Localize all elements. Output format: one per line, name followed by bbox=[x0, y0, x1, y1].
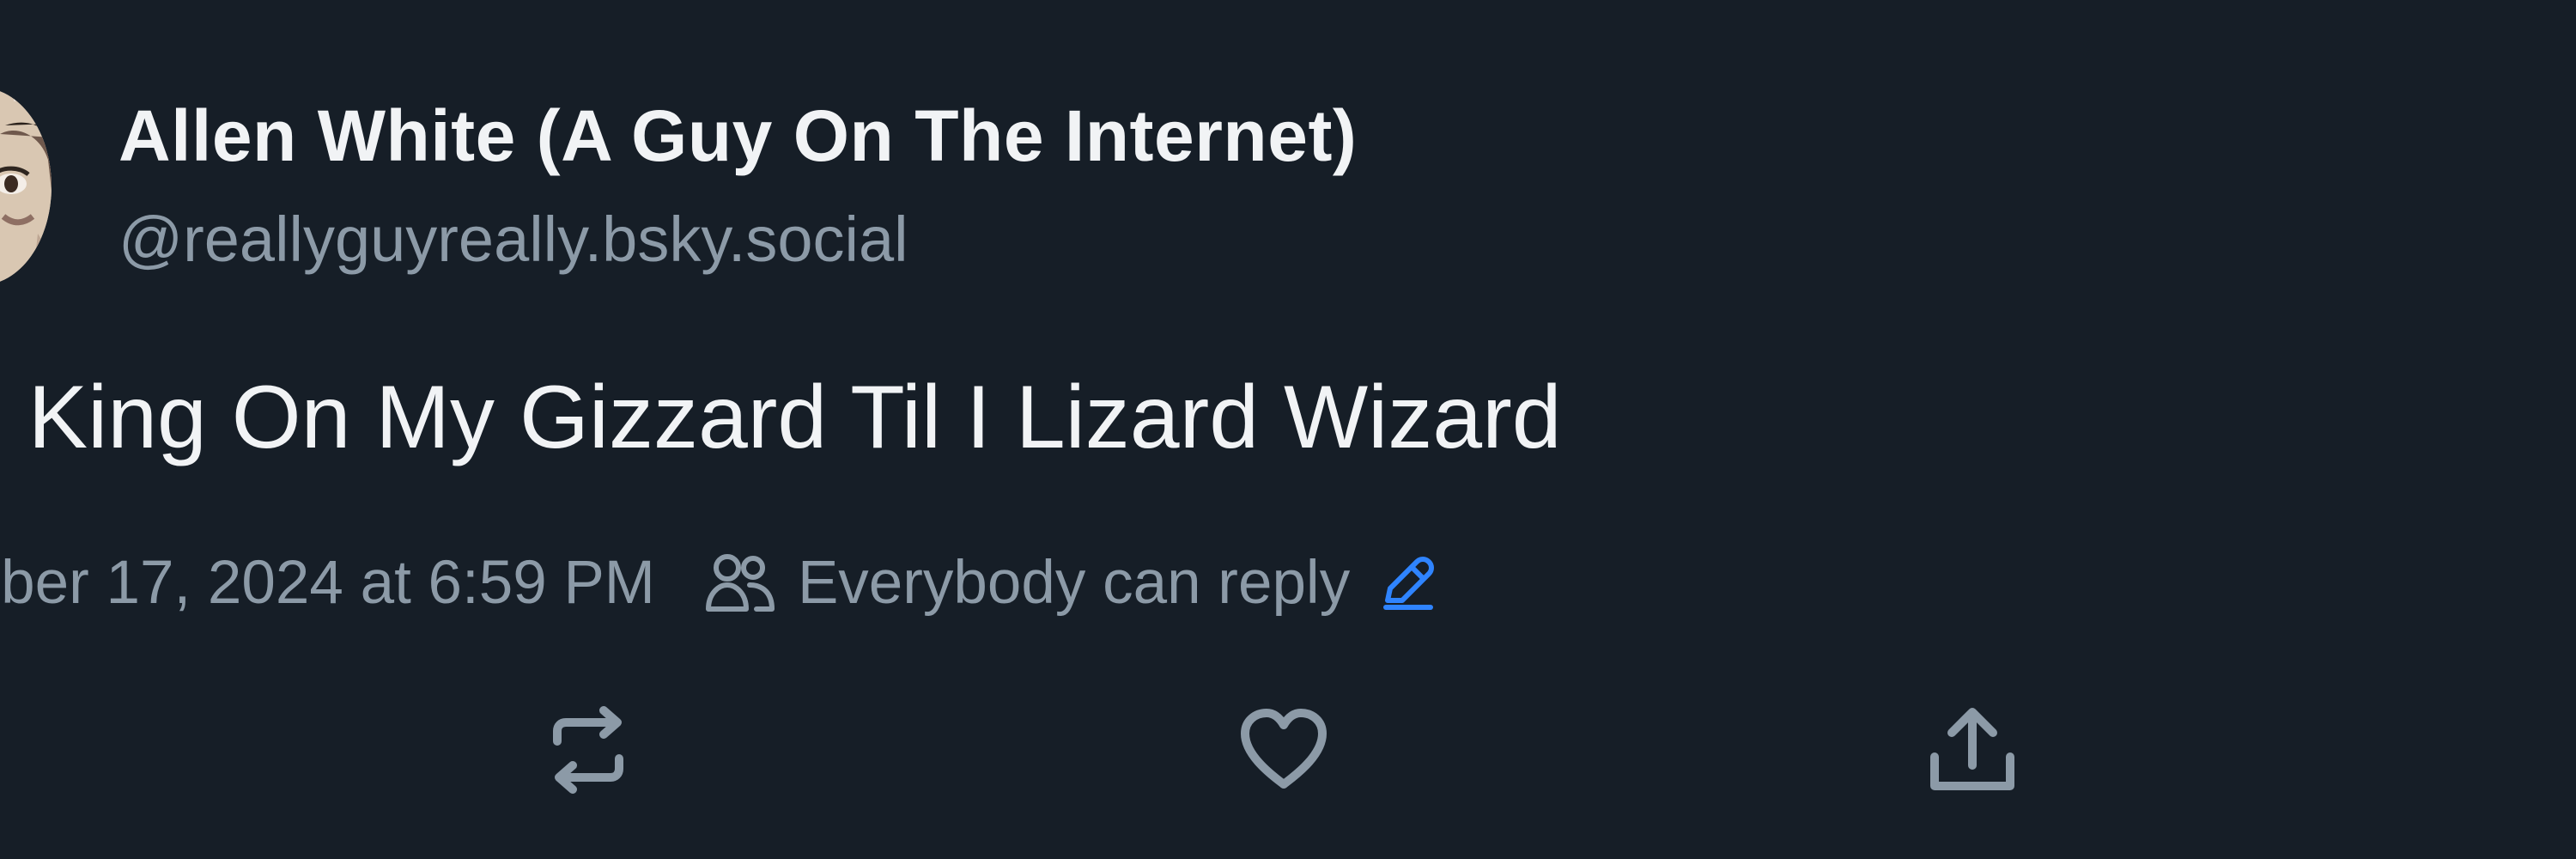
repost-icon bbox=[553, 706, 623, 794]
post-meta-row: mber 17, 2024 at 6:59 PM Everybody can r… bbox=[0, 544, 1437, 621]
repost-button[interactable] bbox=[532, 694, 644, 806]
post-text: e King On My Gizzard Til I Lizard Wizard bbox=[0, 368, 1562, 467]
post-timestamp[interactable]: mber 17, 2024 at 6:59 PM bbox=[0, 548, 655, 618]
pencil-icon[interactable] bbox=[1377, 552, 1437, 612]
post-card: Allen White (A Guy On The Internet) @rea… bbox=[0, 0, 2576, 859]
avatar[interactable] bbox=[0, 88, 52, 285]
share-icon bbox=[1930, 708, 2014, 790]
reply-setting-label[interactable]: Everybody can reply bbox=[798, 548, 1350, 618]
share-button[interactable] bbox=[1917, 694, 2028, 806]
avatar-image bbox=[0, 88, 52, 285]
author-handle[interactable]: @reallyguyreally.bsky.social bbox=[118, 199, 908, 280]
like-button[interactable] bbox=[1228, 694, 1340, 806]
author-display-name[interactable]: Allen White (A Guy On The Internet) bbox=[118, 89, 1357, 182]
people-icon bbox=[703, 551, 777, 614]
heart-icon bbox=[1241, 709, 1327, 789]
